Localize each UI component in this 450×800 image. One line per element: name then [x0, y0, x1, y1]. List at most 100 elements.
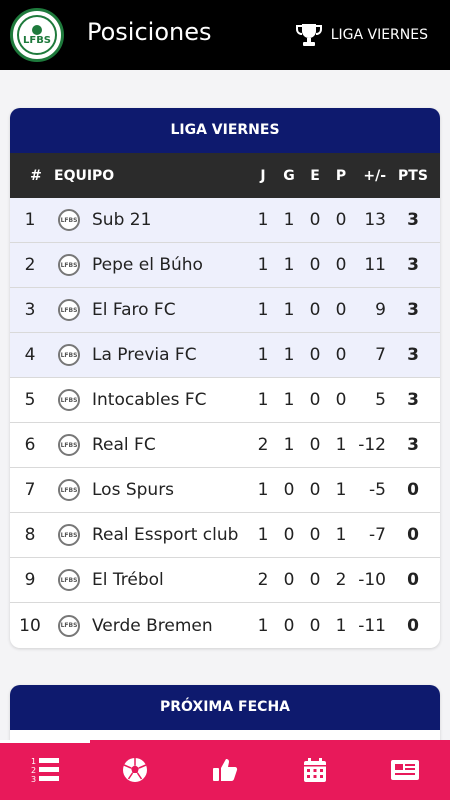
row-team: LFBS Pepe el Búho: [50, 254, 250, 276]
svg-text:2: 2: [31, 766, 36, 775]
trophy-icon: [295, 24, 322, 46]
col-played: J: [260, 167, 266, 184]
team-crest-icon: LFBS: [58, 254, 80, 276]
team-name: Real Essport club: [92, 525, 239, 545]
next-match-title: PRÓXIMA FECHA: [10, 685, 440, 730]
row-drawn: 0: [309, 525, 321, 545]
col-team: EQUIPO: [54, 167, 115, 184]
col-drawn: E: [310, 167, 320, 184]
row-points: 3: [407, 300, 419, 320]
row-position: 1: [24, 210, 36, 230]
table-row[interactable]: 8 LFBS Real Essport club 1 0 0 1 -7 0: [10, 513, 440, 558]
col-points: PTS: [398, 167, 428, 184]
row-position: 10: [19, 615, 41, 636]
league-logo: LFBS: [10, 8, 64, 62]
row-lost: 0: [335, 345, 347, 365]
nav-matches[interactable]: [90, 740, 180, 800]
standings-card: LIGA VIERNES # EQUIPO J G E P +/- PTS 1L…: [10, 108, 440, 648]
table-row[interactable]: 5 LFBS Intocables FC 1 1 0 0 5 3: [10, 378, 440, 423]
table-row[interactable]: 7 LFBS Los Spurs 1 0 0 1 -5 0: [10, 468, 440, 513]
row-goal-diff: 13: [364, 210, 386, 230]
table-row[interactable]: 9 LFBS El Trébol 2 0 0 2 -10 0: [10, 558, 440, 603]
standings-title: LIGA VIERNES: [10, 108, 440, 153]
row-drawn: 0: [309, 570, 321, 590]
row-position: 3: [24, 300, 36, 320]
calendar-icon: [304, 758, 326, 782]
row-team: LFBS Sub 21: [50, 209, 250, 231]
row-won: 0: [283, 570, 295, 590]
row-lost: 0: [335, 255, 347, 275]
team-name: Sub 21: [92, 210, 152, 230]
row-lost: 1: [335, 615, 347, 636]
row-points: 0: [407, 480, 419, 500]
logo-text: LFBS: [22, 34, 52, 46]
row-drawn: 0: [309, 390, 321, 410]
row-goal-diff: 11: [364, 255, 386, 275]
team-crest-icon: LFBS: [58, 479, 80, 501]
row-points: 0: [407, 570, 419, 590]
nav-calendar[interactable]: [270, 740, 360, 800]
team-name: Intocables FC: [92, 390, 207, 410]
row-goal-diff: -7: [369, 525, 386, 545]
row-team: LFBS El Faro FC: [50, 299, 250, 321]
row-position: 6: [24, 435, 36, 455]
row-position: 9: [24, 570, 36, 590]
row-points: 3: [407, 390, 419, 410]
league-selector[interactable]: LIGA VIERNES: [295, 22, 428, 48]
crest-text: LFBS: [60, 216, 78, 224]
table-row[interactable]: 3 LFBS El Faro FC 1 1 0 0 9 3: [10, 288, 440, 333]
table-row[interactable]: 6 LFBS Real FC 2 1 0 1 -12 3: [10, 423, 440, 468]
team-name: El Trébol: [92, 570, 164, 590]
team-name: El Faro FC: [92, 300, 176, 320]
top-bar: LFBS Posiciones LIGA VIERNES: [0, 0, 450, 70]
row-team: LFBS Intocables FC: [50, 389, 250, 411]
row-lost: 1: [335, 435, 347, 455]
soccer-ball-logo-icon: [32, 24, 42, 35]
crest-text: LFBS: [60, 531, 78, 539]
table-row[interactable]: 2 LFBS Pepe el Búho 1 1 0 0 11 3: [10, 243, 440, 288]
col-lost: P: [335, 167, 347, 184]
table-row[interactable]: 4 LFBS La Previa FC 1 1 0 0 7 3: [10, 333, 440, 378]
row-played: 2: [257, 570, 269, 590]
nav-standings[interactable]: 1 2 3: [0, 740, 90, 800]
crest-text: LFBS: [60, 486, 78, 494]
team-name: Los Spurs: [92, 480, 175, 500]
row-drawn: 0: [309, 255, 321, 275]
row-played: 1: [257, 345, 269, 365]
row-lost: 0: [335, 210, 347, 230]
row-won: 1: [283, 210, 295, 230]
row-position: 7: [24, 480, 36, 500]
row-team: LFBS La Previa FC: [50, 344, 250, 366]
nav-news[interactable]: [360, 740, 450, 800]
team-crest-icon: LFBS: [58, 524, 80, 546]
row-drawn: 0: [309, 435, 321, 455]
row-played: 1: [257, 525, 269, 545]
team-name: Real FC: [92, 435, 156, 455]
soccer-ball-icon: [123, 758, 147, 782]
svg-text:1: 1: [31, 757, 36, 766]
row-team: LFBS Real Essport club: [50, 524, 250, 546]
team-crest-icon: LFBS: [58, 299, 80, 321]
row-points: 0: [407, 525, 419, 545]
crest-text: LFBS: [60, 261, 78, 269]
page-title: Posiciones: [87, 18, 212, 46]
row-played: 1: [257, 615, 269, 636]
thumbs-up-icon: [213, 759, 238, 781]
bottom-nav: 1 2 3: [0, 740, 450, 800]
row-lost: 0: [335, 300, 347, 320]
row-played: 1: [257, 390, 269, 410]
row-won: 1: [283, 390, 295, 410]
table-row[interactable]: 1 LFBS Sub 21 1 1 0 0 13 3: [10, 198, 440, 243]
table-header: # EQUIPO J G E P +/- PTS: [10, 153, 440, 198]
row-goal-diff: 7: [375, 345, 386, 365]
crest-text: LFBS: [60, 576, 78, 584]
nav-favorites[interactable]: [180, 740, 270, 800]
table-row[interactable]: 10 LFBS Verde Bremen 1 0 0 1 -11 0: [10, 603, 440, 648]
team-name: Pepe el Búho: [92, 255, 203, 275]
row-position: 4: [24, 345, 36, 365]
row-played: 1: [257, 210, 269, 230]
row-lost: 1: [335, 480, 347, 500]
row-team: LFBS Verde Bremen: [50, 614, 250, 637]
row-played: 1: [257, 300, 269, 320]
row-goal-diff: 9: [375, 300, 386, 320]
